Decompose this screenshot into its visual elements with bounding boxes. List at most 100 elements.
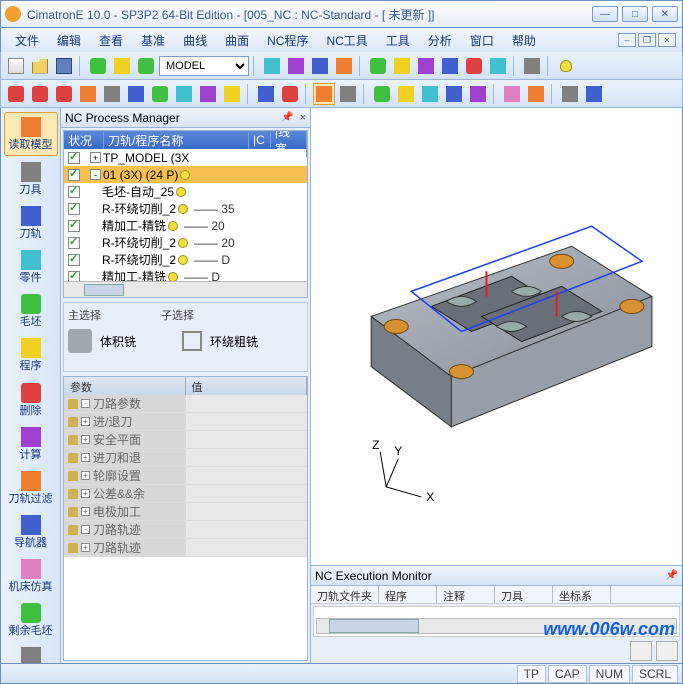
cam-btn-17[interactable] (443, 83, 465, 105)
sidebar-item-5[interactable]: 程序 (4, 334, 58, 376)
menu-view[interactable]: 查看 (91, 30, 131, 51)
param-row[interactable]: -刀路轨迹 (64, 521, 307, 539)
tb-btn-9[interactable] (463, 55, 485, 77)
cam-btn-active[interactable] (313, 83, 335, 105)
mdi-restore[interactable]: ❐ (638, 33, 656, 47)
volume-mill-icon[interactable] (68, 329, 92, 353)
scroll-thumb[interactable] (84, 284, 124, 296)
expand-icon[interactable]: + (81, 453, 90, 462)
3d-viewport[interactable]: X Y Z (311, 108, 682, 565)
tb-btn-3[interactable] (309, 55, 331, 77)
param-hdr-name[interactable]: 参数 (64, 377, 186, 395)
param-row[interactable]: +公差&&余 (64, 485, 307, 503)
mdi-minimize[interactable]: – (618, 33, 636, 47)
cam-btn-5[interactable] (101, 83, 123, 105)
tb-btn-2[interactable] (285, 55, 307, 77)
sidebar-item-10[interactable]: 机床仿真 (4, 555, 58, 597)
check-icon[interactable] (68, 220, 80, 232)
expand-icon[interactable]: + (81, 471, 90, 480)
minimize-button[interactable]: — (592, 6, 618, 22)
exec-hdr-2[interactable]: 注释 (437, 586, 495, 603)
expand-icon[interactable]: - (81, 525, 90, 534)
cam-btn-15[interactable] (395, 83, 417, 105)
hdr-name[interactable]: 刀轨/程序名称 (104, 132, 249, 149)
cam-btn-10[interactable] (221, 83, 243, 105)
cam-btn-4[interactable] (77, 83, 99, 105)
menu-surface[interactable]: 曲面 (217, 30, 257, 51)
bulb-icon[interactable] (178, 204, 188, 214)
close-button[interactable]: ✕ (652, 6, 678, 22)
cam-btn-1[interactable] (5, 83, 27, 105)
cam-btn-7[interactable] (149, 83, 171, 105)
cam-btn-12[interactable] (279, 83, 301, 105)
expand-icon[interactable]: + (81, 507, 90, 516)
bulb-icon[interactable] (168, 221, 178, 231)
exec-scroll-thumb[interactable] (329, 619, 419, 633)
save-button[interactable] (53, 55, 75, 77)
tb-btn-10[interactable] (487, 55, 509, 77)
menu-window[interactable]: 窗口 (462, 30, 502, 51)
menu-datum[interactable]: 基准 (133, 30, 173, 51)
tag-button[interactable] (135, 55, 157, 77)
pin-icon[interactable]: 📌 (281, 112, 293, 123)
tb-btn-4[interactable] (333, 55, 355, 77)
cam-btn-6[interactable] (125, 83, 147, 105)
menu-edit[interactable]: 编辑 (49, 30, 89, 51)
sidebar-item-3[interactable]: 零件 (4, 246, 58, 288)
cam-btn-11[interactable] (255, 83, 277, 105)
expand-icon[interactable]: + (81, 543, 90, 552)
tb-btn-1[interactable] (261, 55, 283, 77)
sidebar-item-4[interactable]: 毛坯 (4, 290, 58, 332)
sidebar-item-7[interactable]: 计算 (4, 423, 58, 465)
expand-icon[interactable]: + (81, 417, 90, 426)
bulb-icon[interactable] (178, 238, 188, 248)
param-row[interactable]: +进刀和退 (64, 449, 307, 467)
tree-scrollbar[interactable] (64, 281, 307, 297)
menu-tool[interactable]: 工具 (378, 30, 418, 51)
exec-btn-2[interactable] (656, 641, 678, 661)
tree-row[interactable]: R-环绕切削_2—— 35 (64, 200, 307, 217)
tb-btn-7[interactable] (415, 55, 437, 77)
cam-btn-18[interactable] (467, 83, 489, 105)
menu-analyze[interactable]: 分析 (420, 30, 460, 51)
tree-row[interactable]: -01 (3X) (24 P) (64, 166, 307, 183)
exec-hdr-3[interactable]: 刀具 (495, 586, 553, 603)
expand-icon[interactable]: + (81, 435, 90, 444)
tb-btn-11[interactable] (521, 55, 543, 77)
tb-btn-6[interactable] (391, 55, 413, 77)
cam-btn-22[interactable] (583, 83, 605, 105)
menu-file[interactable]: 文件 (7, 30, 47, 51)
bulb-icon[interactable] (178, 255, 188, 265)
redo-button[interactable] (111, 55, 133, 77)
cam-btn-20[interactable] (525, 83, 547, 105)
tb-btn-5[interactable] (367, 55, 389, 77)
param-hdr-value[interactable]: 值 (186, 377, 308, 395)
cam-btn-13[interactable] (337, 83, 359, 105)
menu-help[interactable]: 帮助 (504, 30, 544, 51)
bulb-button[interactable] (555, 55, 577, 77)
hdr-status[interactable]: 状况 (64, 132, 104, 149)
sidebar-item-2[interactable]: 刀轨 (4, 202, 58, 244)
sidebar-item-12[interactable]: 刀轨编辑 (4, 643, 58, 663)
bulb-icon[interactable] (168, 272, 178, 282)
cam-btn-2[interactable] (29, 83, 51, 105)
sidebar-item-6[interactable]: 删除 (4, 379, 58, 421)
bulb-icon[interactable] (176, 187, 186, 197)
mdi-close[interactable]: × (658, 33, 676, 47)
cam-btn-9[interactable] (197, 83, 219, 105)
param-row[interactable]: +刀路轨迹 (64, 539, 307, 557)
tree-body[interactable]: +TP_MODEL (3X-01 (3X) (24 P)毛坯-自动_25R-环绕… (64, 149, 307, 281)
tree-row[interactable]: 精加工-精铣—— 20 (64, 217, 307, 234)
open-button[interactable] (29, 55, 51, 77)
exec-pin-icon[interactable]: 📌 (666, 570, 678, 581)
param-row[interactable]: -刀路参数 (64, 395, 307, 413)
menu-ncprogram[interactable]: NC程序 (259, 30, 316, 51)
menu-curve[interactable]: 曲线 (175, 30, 215, 51)
check-icon[interactable] (68, 169, 80, 181)
cam-btn-3[interactable] (53, 83, 75, 105)
sidebar-item-8[interactable]: 刀轨过滤 (4, 467, 58, 509)
check-icon[interactable] (68, 237, 80, 249)
tree-row[interactable]: R-环绕切削_2—— D (64, 251, 307, 268)
check-icon[interactable] (68, 254, 80, 266)
cam-btn-14[interactable] (371, 83, 393, 105)
